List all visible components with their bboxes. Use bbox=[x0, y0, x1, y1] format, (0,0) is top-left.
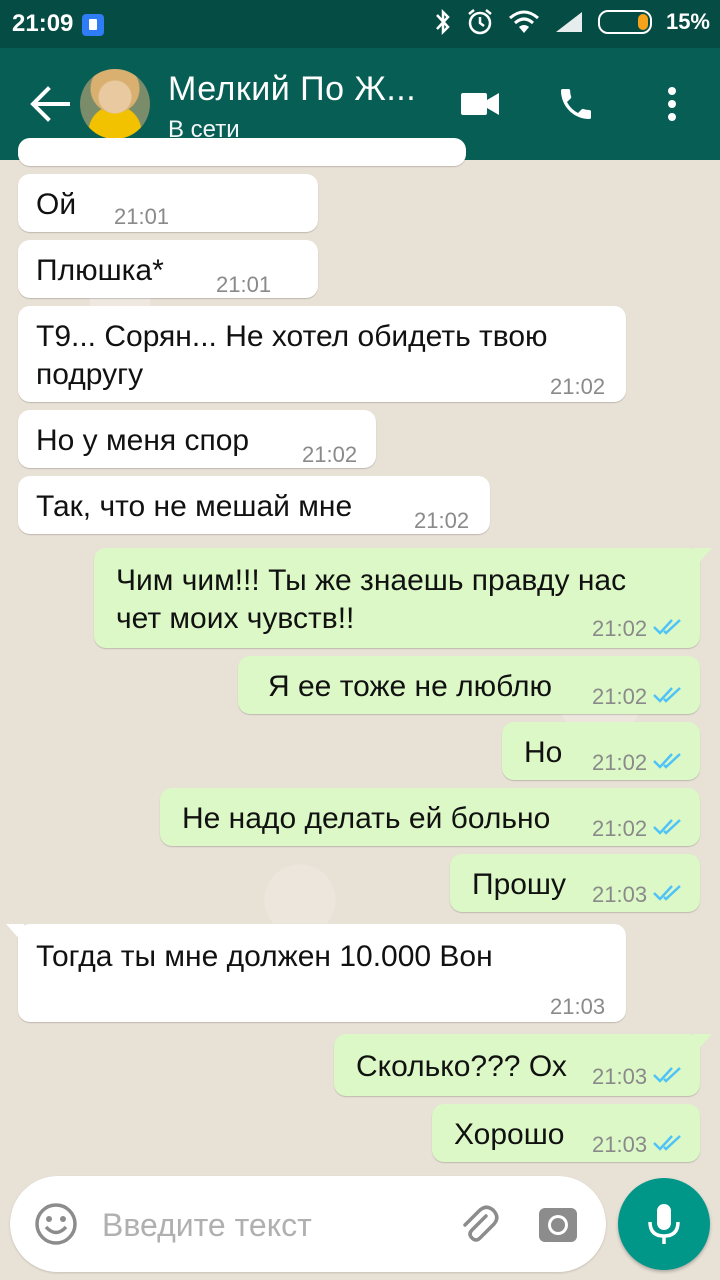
back-arrow-icon[interactable] bbox=[28, 86, 72, 122]
message-bubble-outgoing[interactable]: Сколько??? Ох 21:03 bbox=[334, 1034, 712, 1096]
message-bubble-outgoing[interactable]: Прошу 21:03 bbox=[450, 854, 700, 912]
message-text: Так, что не мешай мне bbox=[36, 490, 353, 523]
message-text: Прошу bbox=[472, 868, 566, 901]
contact-name[interactable]: Мелкий По Ж... bbox=[168, 70, 416, 109]
message-time: 21:02 bbox=[414, 508, 470, 533]
message-text: Я ее тоже не люблю bbox=[268, 670, 552, 703]
double-check-icon bbox=[653, 1067, 681, 1083]
battery-percent: 15% bbox=[665, 9, 710, 34]
alarm-icon bbox=[468, 9, 492, 35]
double-check-icon bbox=[653, 1135, 681, 1151]
message-time: 21:01 bbox=[114, 204, 170, 229]
message-text: Не надо делать ей больно bbox=[182, 802, 551, 835]
status-time: 21:09 bbox=[12, 10, 74, 37]
double-check-icon bbox=[653, 885, 681, 901]
phone-icon[interactable] bbox=[556, 84, 596, 124]
message-time: 21:01 bbox=[216, 272, 272, 297]
double-check-icon bbox=[653, 619, 681, 635]
message-input[interactable] bbox=[100, 1176, 444, 1274]
video-call-icon[interactable] bbox=[461, 91, 499, 117]
message-bubble-outgoing[interactable]: Но 21:02 bbox=[502, 722, 700, 780]
message-time: 21:03 bbox=[592, 1064, 648, 1089]
message-bubble-incoming[interactable]: Но у меня спор 21:02 bbox=[18, 410, 376, 468]
message-time: 21:02 bbox=[592, 816, 648, 841]
emoji-icon[interactable] bbox=[34, 1202, 78, 1246]
message-text: Ой bbox=[36, 188, 77, 221]
message-time: 21:03 bbox=[592, 882, 648, 907]
message-input-bar bbox=[10, 1176, 606, 1274]
message-bubble-outgoing[interactable]: Хорошо 21:03 bbox=[432, 1104, 700, 1162]
message-bubble-incoming[interactable]: Тогда ты мне должен 10.000 Вон 21:03 bbox=[6, 924, 626, 1022]
message-text: Хорошо bbox=[454, 1118, 565, 1151]
notification-icon bbox=[82, 14, 104, 36]
double-check-icon bbox=[653, 819, 681, 835]
contact-avatar[interactable] bbox=[80, 69, 150, 139]
message-time: 21:03 bbox=[550, 994, 606, 1019]
message-bubble-incoming[interactable]: Ой 21:01 bbox=[18, 174, 318, 232]
message-time: 21:02 bbox=[592, 616, 648, 641]
message-text: Плюшка* bbox=[36, 254, 164, 287]
message-time: 21:02 bbox=[592, 750, 648, 775]
message-time: 21:03 bbox=[592, 1132, 648, 1157]
message-bubble-incoming[interactable]: Так, что не мешай мне 21:02 bbox=[18, 476, 490, 534]
double-check-icon bbox=[653, 687, 681, 703]
message-text: Но bbox=[524, 736, 563, 769]
status-bar: 21:09 15% bbox=[0, 0, 720, 48]
message-bubble-outgoing[interactable]: Не надо делать ей больно 21:02 bbox=[160, 788, 700, 846]
message-text: Сколько??? Ох bbox=[356, 1050, 567, 1083]
message-bubble-outgoing[interactable]: Я ее тоже не люблю 21:02 bbox=[238, 656, 700, 714]
message-text: Т9... Сорян... Не хотел обидеть твою под… bbox=[36, 320, 548, 391]
message-bubble-outgoing[interactable]: Чим чим!!! Ты же знаешь правду нас чет м… bbox=[94, 548, 712, 648]
message-bubble-incoming[interactable]: Т9... Сорян... Не хотел обидеть твою под… bbox=[18, 306, 626, 402]
attach-icon[interactable] bbox=[456, 1202, 500, 1246]
signal-icon bbox=[555, 12, 582, 32]
message-text: Но у меня спор bbox=[36, 424, 250, 457]
message-bubble-incoming[interactable]: Плюшка* 21:01 bbox=[18, 240, 318, 298]
mic-button[interactable] bbox=[618, 1178, 710, 1270]
camera-icon[interactable] bbox=[536, 1202, 580, 1246]
message-time: 21:02 bbox=[302, 442, 358, 467]
mic-icon bbox=[648, 1204, 680, 1244]
message-time: 21:02 bbox=[592, 684, 648, 709]
message-bubble-partial bbox=[18, 138, 466, 166]
battery-icon bbox=[597, 10, 652, 34]
wifi-icon bbox=[508, 10, 539, 33]
message-text: Тогда ты мне должен 10.000 Вон bbox=[36, 940, 493, 973]
more-vert-icon[interactable] bbox=[664, 86, 680, 122]
message-time: 21:02 bbox=[550, 374, 606, 399]
bluetooth-icon bbox=[436, 8, 450, 36]
double-check-icon bbox=[653, 753, 681, 769]
